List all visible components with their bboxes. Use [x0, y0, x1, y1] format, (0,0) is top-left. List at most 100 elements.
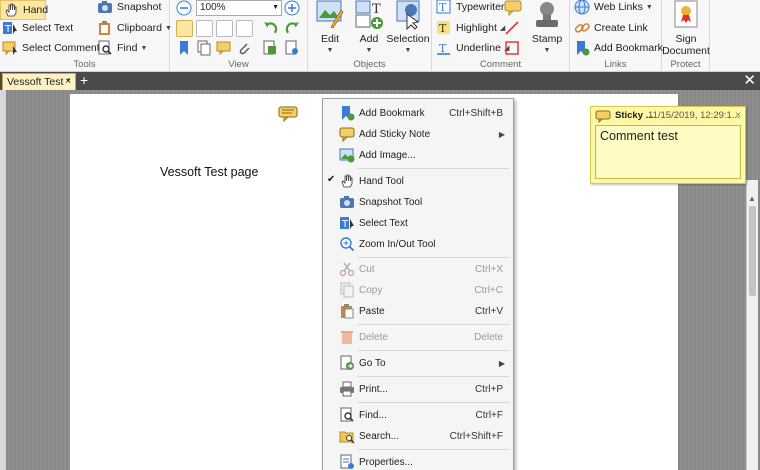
sticky-note-marker-icon[interactable] — [278, 106, 298, 122]
rotate-left-icon[interactable] — [262, 20, 279, 37]
create-link-button[interactable]: Create Link — [574, 18, 648, 38]
globe-icon — [574, 0, 590, 15]
search-folder-icon — [339, 431, 355, 444]
zoom-out-icon[interactable] — [176, 0, 192, 16]
document-tab[interactable]: Vessoft Test * × — [2, 73, 76, 90]
menu-shortcut: Ctrl+X — [474, 263, 503, 275]
chevron-down-icon: ▼ — [272, 4, 279, 11]
select-text-button[interactable]: T Select Text — [2, 18, 73, 38]
stamp-icon — [536, 2, 558, 27]
submenu-arrow-icon: ▶ — [498, 129, 505, 139]
actual-size-button[interactable] — [176, 20, 193, 37]
menu-separator — [357, 350, 509, 351]
menu-item-add-image[interactable]: Add Image... — [323, 145, 513, 165]
zoom-in-icon[interactable] — [284, 0, 300, 16]
menu-item-delete[interactable]: Delete Delete — [323, 327, 513, 347]
rotate-right-icon[interactable] — [284, 20, 301, 37]
menu-label: Search... — [359, 430, 400, 442]
scissors-icon — [339, 262, 355, 277]
menu-item-snapshot-tool[interactable]: Snapshot Tool — [323, 192, 513, 212]
new-tab-button[interactable]: + — [80, 73, 88, 88]
layers-panel-icon[interactable] — [262, 40, 278, 56]
scrollbar-thumb[interactable] — [749, 206, 756, 296]
hand-icon — [341, 174, 353, 188]
comments-panel-icon[interactable] — [216, 40, 232, 56]
menu-label: Add Sticky Note — [359, 128, 431, 140]
menu-item-copy[interactable]: Copy Ctrl+C — [323, 280, 513, 300]
menu-item-paste[interactable]: Paste Ctrl+V — [323, 301, 513, 321]
menu-item-cut[interactable]: Cut Ctrl+X — [323, 259, 513, 279]
sticky-close-icon[interactable]: × — [735, 107, 741, 125]
line-tool-icon[interactable] — [504, 20, 520, 36]
menu-item-search[interactable]: Search... Ctrl+Shift+F — [323, 426, 513, 446]
bookmark-panel-icon[interactable] — [176, 40, 192, 56]
clipboard-label: Clipboard — [117, 22, 162, 34]
stamp-button[interactable]: Stamp ▼ — [528, 0, 566, 54]
web-links-button[interactable]: Web Links ▼ — [574, 0, 653, 17]
find-icon — [340, 407, 354, 422]
copy-icon — [340, 282, 354, 298]
menu-item-find[interactable]: Find... Ctrl+F — [323, 405, 513, 425]
highlight-button[interactable]: T Highlight ◢ — [436, 18, 505, 38]
menu-item-hand-tool[interactable]: ✔ Hand Tool — [323, 171, 513, 191]
page-settings-icon[interactable] — [284, 40, 300, 56]
tab-close-icon[interactable]: × — [65, 74, 71, 90]
menu-item-print[interactable]: Print... Ctrl+P — [323, 379, 513, 399]
pages-panel-icon[interactable] — [196, 40, 212, 56]
menu-separator — [357, 376, 509, 377]
add-bookmark-label: Add Bookmark — [594, 42, 663, 54]
sticky-note-icon[interactable] — [504, 0, 522, 16]
underline-label: Underline — [456, 42, 501, 54]
typewriter-button[interactable]: T Typewriter — [436, 0, 504, 17]
typewriter-icon: T — [436, 0, 451, 14]
tools-group: Hand T Select Text Select Comments Snaps… — [0, 0, 172, 72]
fit-page-button[interactable] — [196, 20, 213, 37]
menu-separator — [357, 402, 509, 403]
menu-item-zoom-tool[interactable]: Zoom In/Out Tool — [323, 234, 513, 254]
select-text-icon: T — [340, 217, 354, 230]
select-comments-label: Select Comments — [22, 42, 105, 54]
add-bookmark-button[interactable]: Add Bookmark — [574, 38, 663, 58]
sticky-note-header[interactable]: Sticky ... 11/15/2019, 12:29:1... × — [591, 107, 745, 125]
sticky-note-popup[interactable]: Sticky ... 11/15/2019, 12:29:1... × Comm… — [590, 106, 746, 184]
menu-label: Properties... — [359, 456, 413, 468]
selection-icon — [396, 0, 420, 30]
snapshot-button[interactable]: Snapshot — [97, 0, 161, 17]
attachments-panel-icon[interactable] — [236, 40, 252, 56]
clipboard-button[interactable]: Clipboard ▼ — [97, 18, 172, 38]
highlight-label: Highlight — [456, 22, 497, 34]
close-document-button[interactable]: ✕ — [743, 72, 756, 89]
scroll-up-icon[interactable]: ▲ — [748, 194, 756, 203]
menu-label: Delete — [359, 331, 388, 343]
create-link-label: Create Link — [594, 22, 648, 34]
menu-separator — [357, 449, 509, 450]
fit-width-button[interactable] — [216, 20, 233, 37]
zoom-level-select[interactable]: 100% ▼ — [196, 0, 282, 16]
selection-button[interactable]: Selection ▼ — [386, 0, 430, 54]
sign-document-button[interactable]: Sign Document — [662, 0, 710, 57]
document-tab-title: Vessoft Test * — [7, 76, 71, 88]
sticky-note-icon — [339, 127, 355, 142]
select-comments-button[interactable]: Select Comments — [2, 38, 105, 58]
add-label: Add — [359, 33, 379, 45]
printer-icon — [340, 381, 354, 397]
sign-label-line1: Sign — [675, 33, 697, 45]
vertical-scrollbar[interactable]: ▲ — [746, 180, 758, 470]
menu-item-add-bookmark[interactable]: Add Bookmark Ctrl+Shift+B — [323, 103, 513, 123]
hand-tool-button[interactable]: Hand — [0, 0, 48, 20]
add-object-button[interactable]: T Add ▼ — [352, 0, 386, 54]
sticky-note-content[interactable]: Comment test — [595, 125, 741, 179]
menu-item-add-sticky-note[interactable]: Add Sticky Note ▶ — [323, 124, 513, 144]
fit-visible-button[interactable] — [236, 20, 253, 37]
edit-button[interactable]: Edit ▼ — [312, 0, 348, 54]
comment-group-label: Comment — [479, 59, 522, 70]
page-text: Vessoft Test page — [160, 165, 259, 179]
find-button[interactable]: Find ▼ — [97, 38, 147, 58]
underline-button[interactable]: T Underline ◢ — [436, 38, 509, 58]
menu-item-properties[interactable]: Properties... — [323, 452, 513, 470]
rectangle-tool-icon[interactable] — [504, 40, 520, 56]
chevron-down-icon: ▼ — [140, 44, 148, 52]
menu-item-go-to[interactable]: Go To ▶ — [323, 353, 513, 373]
menu-item-select-text[interactable]: T Select Text — [323, 213, 513, 233]
go-to-icon — [340, 355, 354, 370]
